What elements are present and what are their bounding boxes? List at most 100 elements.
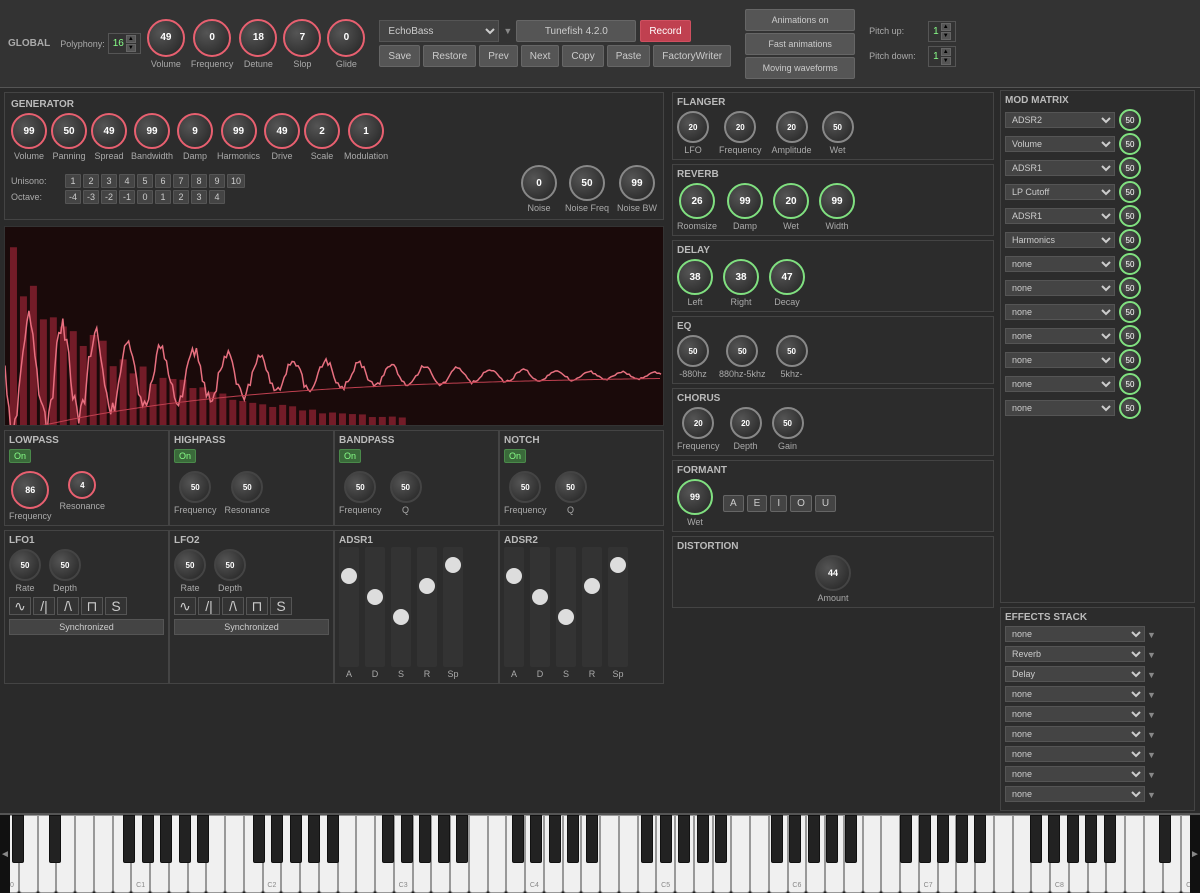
octave-btn--4[interactable]: -4: [65, 190, 81, 204]
white-key-A6[interactable]: [881, 815, 900, 893]
distortion-amount-knob[interactable]: 44: [815, 555, 851, 591]
black-key-F#0[interactable]: [123, 815, 135, 863]
mod-source-select-7[interactable]: none: [1005, 280, 1115, 296]
mod-amount-knob-0[interactable]: 50: [1119, 109, 1141, 131]
save-btn[interactable]: Save: [379, 45, 420, 67]
effect-select-8[interactable]: none: [1005, 786, 1145, 802]
keyboard-scroll-left[interactable]: ◄: [0, 815, 10, 893]
white-key-G2[interactable]: [338, 815, 357, 893]
black-key-F#4[interactable]: [641, 815, 653, 863]
notch-freq-knob[interactable]: 50: [509, 471, 541, 503]
lfo1-sync-btn[interactable]: Synchronized: [9, 619, 164, 635]
adsr-slider-A[interactable]: [339, 547, 359, 667]
keyboard-scroll-right[interactable]: ►: [1190, 815, 1200, 893]
mod-source-select-1[interactable]: Volume: [1005, 136, 1115, 152]
octave-btn--2[interactable]: -2: [101, 190, 117, 204]
knob-control[interactable]: 20: [776, 111, 808, 143]
mod-amount-knob-11[interactable]: 50: [1119, 373, 1141, 395]
notch-q-knob[interactable]: 50: [555, 471, 587, 503]
white-key-A2[interactable]: [356, 815, 375, 893]
formant-btn-O[interactable]: O: [790, 495, 812, 512]
highpass-freq-knob[interactable]: 50: [179, 471, 211, 503]
octave-btn-1[interactable]: 1: [155, 190, 171, 204]
knob-control[interactable]: 99: [619, 165, 655, 201]
black-key-C#7[interactable]: [919, 815, 931, 863]
black-key-A#0[interactable]: [197, 815, 209, 863]
black-key-G#6[interactable]: [937, 815, 949, 863]
black-key-C#5[interactable]: [660, 815, 672, 863]
knob-control[interactable]: 99: [221, 113, 257, 149]
unison-btn-3[interactable]: 3: [101, 174, 117, 188]
mod-source-select-3[interactable]: LP Cutoff: [1005, 184, 1115, 200]
pitch-down-inc-btn[interactable]: ▲: [941, 48, 951, 56]
knob-control[interactable]: 1: [348, 113, 384, 149]
white-key-A4[interactable]: [619, 815, 638, 893]
octave-btn--3[interactable]: -3: [83, 190, 99, 204]
white-key-G8[interactable]: [1125, 815, 1144, 893]
unison-btn-9[interactable]: 9: [209, 174, 225, 188]
knob-control[interactable]: 7: [283, 19, 321, 57]
paste-btn[interactable]: Paste: [607, 45, 651, 67]
mod-amount-knob-6[interactable]: 50: [1119, 253, 1141, 275]
mod-source-select-4[interactable]: ADSR1: [1005, 208, 1115, 224]
knob-control[interactable]: 0: [521, 165, 557, 201]
black-key-G#1[interactable]: [290, 815, 302, 863]
knob-control[interactable]: 99: [11, 113, 47, 149]
moving-waveforms-btn[interactable]: Moving waveforms: [745, 57, 855, 79]
black-key-A#4[interactable]: [715, 815, 727, 863]
black-key-D#6[interactable]: [826, 815, 838, 863]
black-key-G#5[interactable]: [808, 815, 820, 863]
lfo2-tri-btn[interactable]: /\: [222, 597, 244, 615]
white-key-G3[interactable]: [469, 815, 488, 893]
white-key-G0[interactable]: [75, 815, 94, 893]
mod-amount-knob-5[interactable]: 50: [1119, 229, 1141, 251]
black-key-A#2[interactable]: [456, 815, 468, 863]
mod-source-select-11[interactable]: none: [1005, 376, 1115, 392]
adsr-slider-S[interactable]: [391, 547, 411, 667]
adsr-slider-R[interactable]: [582, 547, 602, 667]
mod-source-select-5[interactable]: Harmonics: [1005, 232, 1115, 248]
lfo1-tri-btn[interactable]: /\: [57, 597, 79, 615]
knob-control[interactable]: 20: [730, 407, 762, 439]
bandpass-freq-knob[interactable]: 50: [344, 471, 376, 503]
white-key-A7[interactable]: [1013, 815, 1032, 893]
effect-dropdown-4[interactable]: ▼: [1147, 710, 1156, 720]
unison-btn-10[interactable]: 10: [227, 174, 245, 188]
black-key-C#4[interactable]: [530, 815, 542, 863]
effect-select-7[interactable]: none: [1005, 766, 1145, 782]
black-key-F#1[interactable]: [253, 815, 265, 863]
lfo2-depth-knob[interactable]: 50: [214, 549, 246, 581]
version-btn[interactable]: Tunefish 4.2.0: [516, 20, 636, 42]
mod-source-select-6[interactable]: none: [1005, 256, 1115, 272]
lfo2-rate-knob[interactable]: 50: [174, 549, 206, 581]
knob-control[interactable]: 99: [727, 183, 763, 219]
knob-control[interactable]: 49: [91, 113, 127, 149]
unison-btn-7[interactable]: 7: [173, 174, 189, 188]
adsr-slider-A[interactable]: [504, 547, 524, 667]
mod-amount-knob-2[interactable]: 50: [1119, 157, 1141, 179]
knob-control[interactable]: 18: [239, 19, 277, 57]
prev-btn[interactable]: Prev: [479, 45, 518, 67]
knob-control[interactable]: 47: [769, 259, 805, 295]
black-key-F#2[interactable]: [382, 815, 394, 863]
black-key-F#5[interactable]: [771, 815, 783, 863]
lfo2-sq-btn[interactable]: ⊓: [246, 597, 268, 615]
octave-btn-2[interactable]: 2: [173, 190, 189, 204]
effect-select-3[interactable]: none: [1005, 686, 1145, 702]
factory-writer-btn[interactable]: FactoryWriter: [653, 45, 731, 67]
knob-control[interactable]: 99: [134, 113, 170, 149]
polyphony-down-btn[interactable]: ▼: [126, 44, 136, 52]
mod-source-select-8[interactable]: none: [1005, 304, 1115, 320]
polyphony-up-btn[interactable]: ▲: [126, 35, 136, 43]
white-key-A0[interactable]: [94, 815, 113, 893]
black-key-C#0[interactable]: [12, 815, 24, 863]
white-key-G1[interactable]: [206, 815, 225, 893]
unison-btn-4[interactable]: 4: [119, 174, 135, 188]
formant-btn-A[interactable]: A: [723, 495, 744, 512]
white-key-A5[interactable]: [750, 815, 769, 893]
white-key-A3[interactable]: [488, 815, 507, 893]
highpass-on-btn[interactable]: On: [174, 449, 196, 463]
knob-control[interactable]: 0: [193, 19, 231, 57]
white-key-A1[interactable]: [225, 815, 244, 893]
mod-amount-knob-9[interactable]: 50: [1119, 325, 1141, 347]
